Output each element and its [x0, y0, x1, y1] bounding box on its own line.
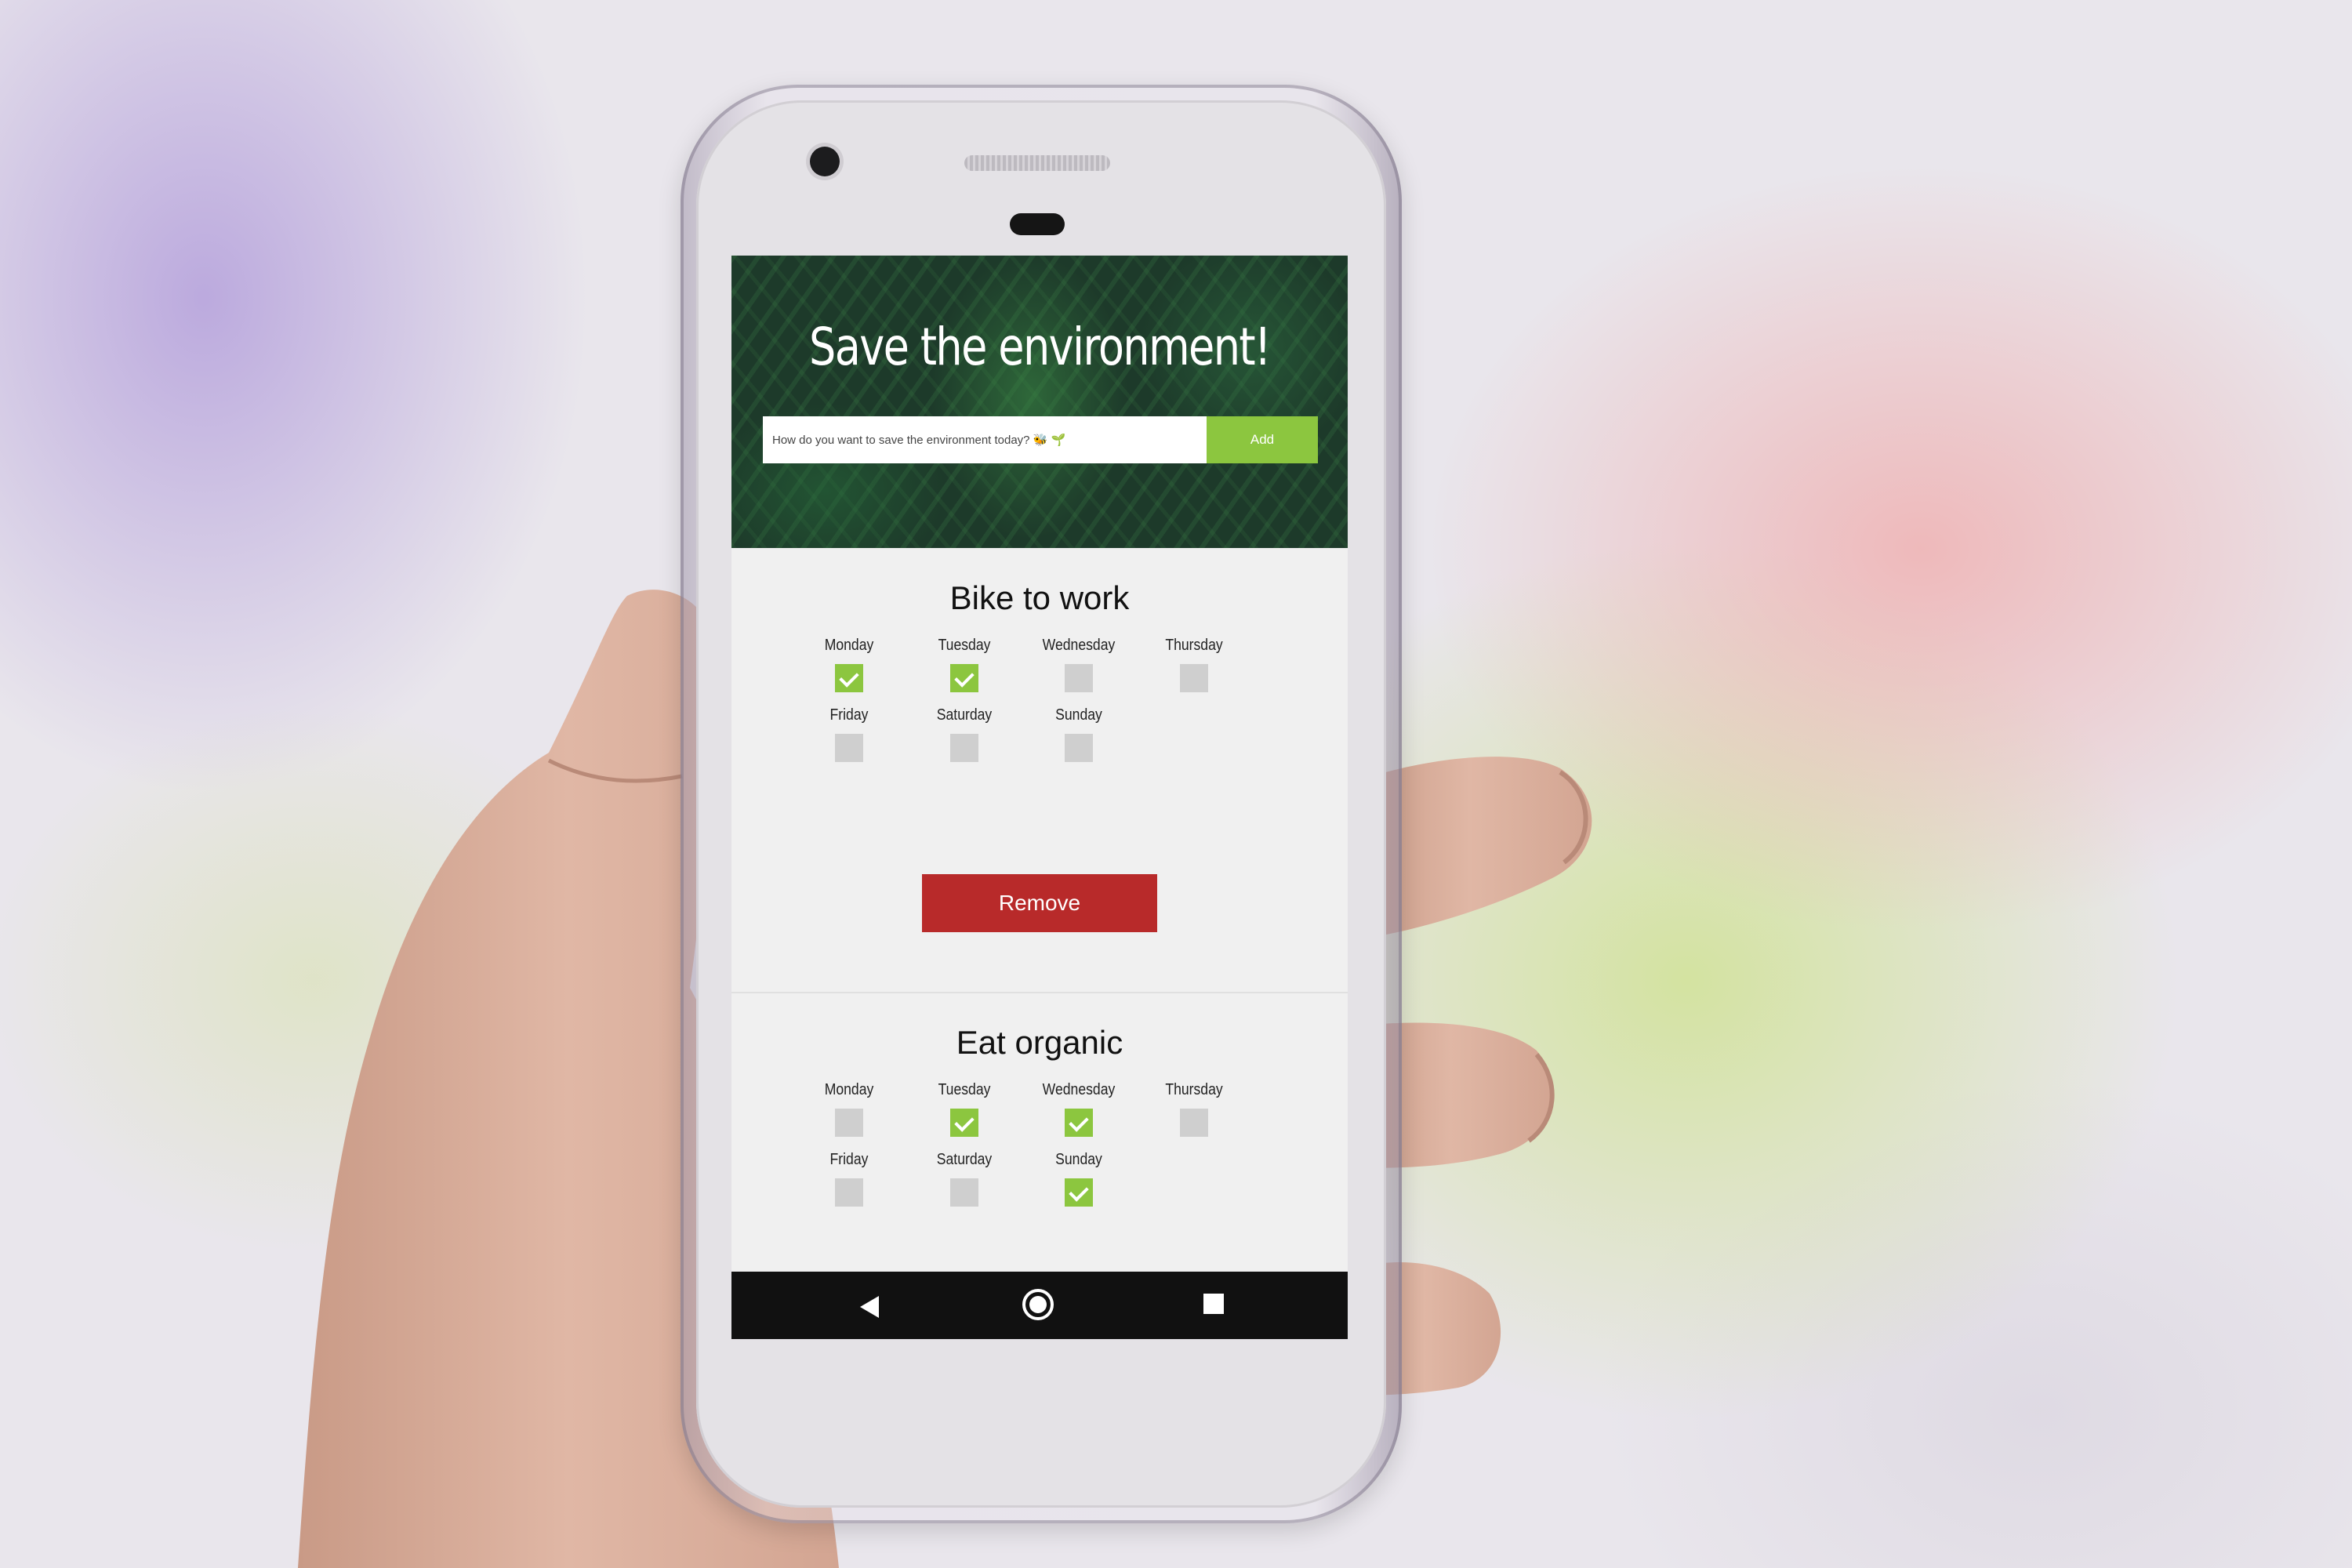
proximity-sensor	[1010, 213, 1065, 235]
day-label: Wednesday	[1042, 1081, 1116, 1098]
day-thursday: Thursday	[1139, 637, 1249, 692]
day-checkbox[interactable]	[1180, 1109, 1208, 1137]
day-label: Friday	[829, 706, 869, 724]
earpiece-speaker	[964, 155, 1110, 171]
day-checkbox[interactable]	[950, 1109, 978, 1137]
day-sunday: Sunday	[1024, 706, 1134, 762]
day-monday: Monday	[794, 637, 904, 692]
day-label: Saturday	[936, 706, 993, 724]
home-icon[interactable]	[1022, 1289, 1054, 1320]
day-saturday: Saturday	[909, 1151, 1019, 1207]
day-checkbox[interactable]	[1065, 1178, 1093, 1207]
day-label: Tuesday	[938, 1081, 991, 1098]
day-saturday: Saturday	[909, 706, 1019, 762]
day-thursday: Thursday	[1139, 1081, 1249, 1137]
day-label: Thursday	[1165, 1081, 1223, 1098]
day-label: Monday	[824, 1081, 874, 1098]
day-monday: Monday	[794, 1081, 904, 1137]
page-title: Save the environment!	[808, 317, 1272, 377]
day-checkbox[interactable]	[950, 734, 978, 762]
day-checkbox[interactable]	[950, 1178, 978, 1207]
day-checkbox[interactable]	[835, 734, 863, 762]
day-checkbox[interactable]	[950, 664, 978, 692]
day-checkbox[interactable]	[1065, 734, 1093, 762]
day-checkbox[interactable]	[1065, 1109, 1093, 1137]
day-checkbox[interactable]	[835, 664, 863, 692]
day-label: Monday	[824, 637, 874, 654]
back-icon[interactable]	[860, 1296, 879, 1318]
day-checkbox[interactable]	[835, 1178, 863, 1207]
day-tuesday: Tuesday	[909, 637, 1019, 692]
add-habit-form: Add	[763, 416, 1318, 463]
day-checkbox[interactable]	[1065, 664, 1093, 692]
habit-card: Eat organic Monday Tuesday Wednesday Thu…	[731, 993, 1348, 1272]
day-label: Friday	[829, 1151, 869, 1168]
day-label: Saturday	[936, 1151, 993, 1168]
android-nav-bar	[731, 1272, 1348, 1339]
habit-input[interactable]	[763, 416, 1207, 463]
recent-apps-icon[interactable]	[1203, 1294, 1224, 1314]
day-wednesday: Wednesday	[1024, 1081, 1134, 1137]
day-label: Tuesday	[938, 637, 991, 654]
day-label: Sunday	[1055, 1151, 1102, 1168]
day-friday: Friday	[794, 1151, 904, 1207]
habit-title: Eat organic	[956, 1024, 1123, 1061]
day-label: Sunday	[1055, 706, 1102, 724]
front-camera-icon	[810, 147, 840, 176]
remove-button[interactable]: Remove	[922, 874, 1157, 932]
day-label: Wednesday	[1042, 637, 1116, 654]
day-friday: Friday	[794, 706, 904, 762]
day-sunday: Sunday	[1024, 1151, 1134, 1207]
app-screen: Save the environment! Add Bike to work M…	[731, 256, 1348, 1339]
app-header: Save the environment! Add	[731, 256, 1348, 548]
day-wednesday: Wednesday	[1024, 637, 1134, 692]
day-checkbox[interactable]	[1180, 664, 1208, 692]
habit-title: Bike to work	[949, 579, 1130, 616]
habit-card: Bike to work Monday Tuesday Wednesday Th…	[731, 548, 1348, 779]
add-button[interactable]: Add	[1207, 416, 1318, 463]
day-tuesday: Tuesday	[909, 1081, 1019, 1137]
day-checkbox[interactable]	[835, 1109, 863, 1137]
day-label: Thursday	[1165, 637, 1223, 654]
